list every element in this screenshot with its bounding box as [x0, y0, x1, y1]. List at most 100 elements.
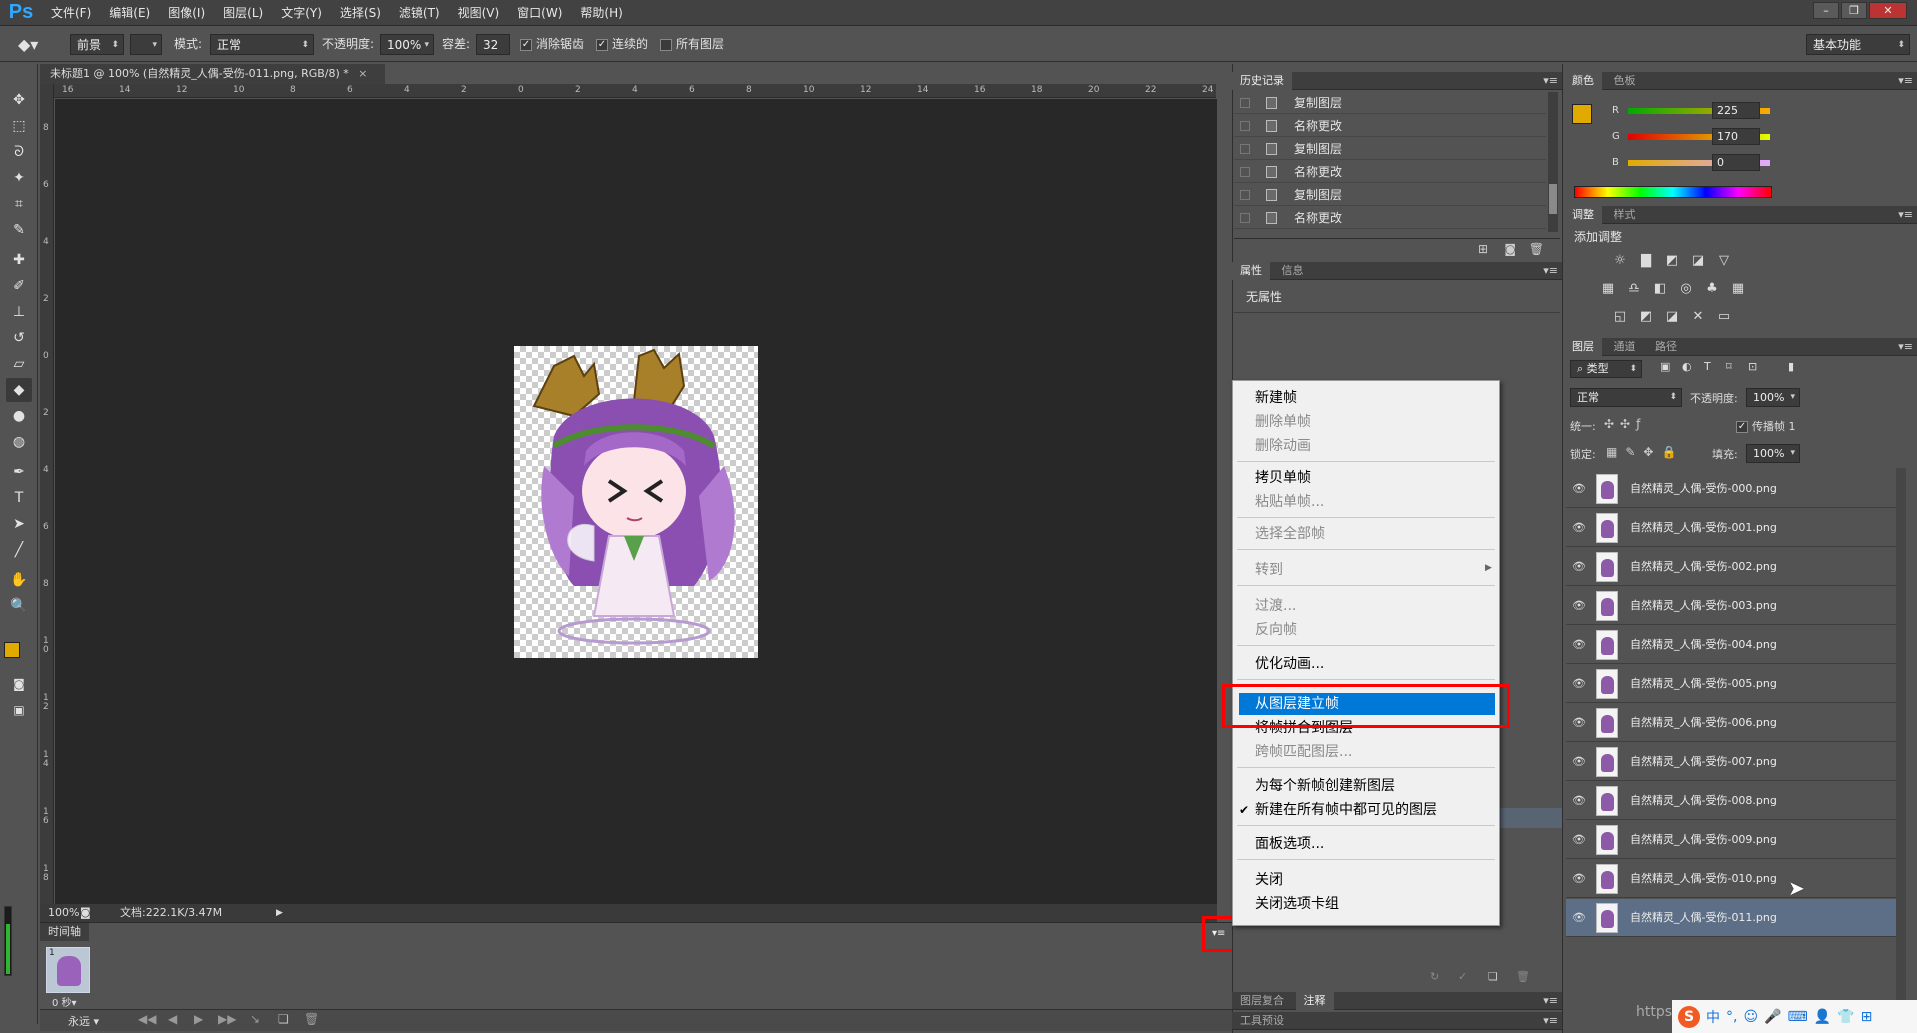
layer-row[interactable]: 👁 自然精灵_人偶-受伤-005.png	[1566, 665, 1906, 703]
quick-mask-icon[interactable]: ◙	[6, 672, 32, 696]
tab-swatches[interactable]: 色板	[1606, 72, 1644, 90]
line-tool-icon[interactable]: ╱	[6, 538, 32, 562]
visibility-eye-icon[interactable]: 👁	[1572, 548, 1586, 586]
ime-skin-icon[interactable]: 👕	[1837, 1009, 1854, 1025]
layer-row[interactable]: 👁 自然精灵_人偶-受伤-003.png	[1566, 587, 1906, 625]
panel-menu-icon[interactable]: ▾≡	[1543, 992, 1558, 1010]
layer-row[interactable]: 👁 自然精灵_人偶-受伤-010.png	[1566, 860, 1906, 898]
menu-item-delete-animation[interactable]: 删除动画	[1255, 435, 1311, 457]
foreground-color-swatch[interactable]	[1572, 104, 1592, 124]
menu-item-panel-options[interactable]: 面板选项...	[1255, 833, 1324, 855]
invert-icon[interactable]: ◱	[1612, 310, 1628, 324]
blend-mode-select[interactable]: 正常 ⬍	[1570, 388, 1682, 407]
minimize-icon[interactable]: –	[1813, 2, 1839, 19]
unify-icons[interactable]: ✣✣ƒ	[1604, 417, 1646, 431]
zoom-level[interactable]: 100%	[48, 904, 79, 922]
loop-select[interactable]: 永远 ▾	[68, 1013, 99, 1029]
visibility-eye-icon[interactable]: 👁	[1572, 704, 1586, 742]
history-item[interactable]: 名称更改	[1234, 207, 1546, 229]
history-item[interactable]: 名称更改	[1234, 161, 1546, 183]
vibrance-icon[interactable]: ▽	[1716, 254, 1732, 268]
green-value-input[interactable]: 170	[1712, 128, 1760, 145]
animation-frame[interactable]: 1	[46, 947, 90, 993]
new-document-from-state-icon[interactable]: ⊞	[1478, 242, 1488, 256]
panel-menu-icon[interactable]: ▾≡	[1543, 262, 1558, 280]
threshold-icon[interactable]: ◪	[1664, 310, 1680, 324]
frame-delay-select[interactable]: 0 秒▾	[52, 994, 77, 1009]
menu-item-reverse-frames[interactable]: 反向帧	[1255, 619, 1297, 641]
layer-row[interactable]: 👁 自然精灵_人偶-受伤-000.png	[1566, 470, 1906, 508]
menu-item-new-frame[interactable]: 新建帧	[1255, 387, 1297, 409]
marquee-tool-icon[interactable]: ⬚	[6, 114, 32, 138]
snapshot-camera-icon[interactable]: ◙	[1504, 242, 1516, 256]
tab-color[interactable]: 颜色	[1564, 72, 1602, 90]
crop-tool-icon[interactable]: ⌗	[6, 192, 32, 216]
tab-channels[interactable]: 通道	[1606, 338, 1644, 356]
layer-row[interactable]: 👁 自然精灵_人偶-受伤-001.png	[1566, 509, 1906, 547]
lasso-tool-icon[interactable]: ᘐ	[6, 140, 32, 164]
layer-opacity-input[interactable]: 100% ▾	[1746, 388, 1800, 407]
lock-icons[interactable]: ▦✎✥🔒	[1606, 445, 1684, 459]
delete-frame-icon[interactable]: 🗑	[304, 1012, 319, 1026]
layers-scrollbar[interactable]	[1896, 468, 1906, 1003]
tab-layer-comps[interactable]: 图层复合	[1232, 992, 1292, 1010]
tab-adjustments[interactable]: 调整	[1564, 206, 1602, 224]
tab-layers[interactable]: 图层	[1564, 338, 1602, 356]
tab-info[interactable]: 信息	[1274, 262, 1312, 280]
close-tab-icon[interactable]: ×	[358, 67, 367, 80]
ime-punctuation-icon[interactable]: °,	[1726, 1009, 1737, 1025]
red-value-input[interactable]: 225	[1712, 102, 1760, 119]
tolerance-input[interactable]: 32	[476, 34, 510, 55]
ime-emoji-icon[interactable]: ☺	[1743, 1009, 1758, 1025]
mode-select[interactable]: 正常 ⬍	[210, 34, 314, 55]
blue-value-input[interactable]: 0	[1712, 154, 1760, 171]
apply-icon[interactable]: ✓	[1458, 970, 1467, 983]
smart-object-filter-icon[interactable]: ⊡	[1748, 360, 1757, 373]
eyedropper-tool-icon[interactable]: ✎	[6, 218, 32, 242]
gradient-map-icon[interactable]: ▭	[1716, 310, 1732, 324]
healing-brush-tool-icon[interactable]: ✚	[6, 248, 32, 272]
channel-mixer-icon[interactable]: ♣	[1704, 282, 1720, 296]
magic-wand-tool-icon[interactable]: ✦	[6, 166, 32, 190]
visibility-eye-icon[interactable]: 👁	[1572, 782, 1586, 820]
menu-file[interactable]: 文件(F)	[42, 0, 100, 26]
menu-item-close[interactable]: 关闭	[1255, 869, 1283, 891]
workspace-select[interactable]: 基本功能 ⬍	[1806, 34, 1910, 55]
new-icon[interactable]: ❏	[1488, 970, 1498, 983]
visibility-eye-icon[interactable]: 👁	[1572, 860, 1586, 898]
history-item[interactable]: 复制图层	[1234, 184, 1546, 206]
eraser-tool-icon[interactable]: ▱	[6, 352, 32, 376]
menu-item-new-layers-visible-in-all-frames[interactable]: 新建在所有帧中都可见的图层	[1255, 799, 1437, 821]
history-scrollbar[interactable]	[1548, 92, 1558, 232]
menu-item-delete-frame[interactable]: 删除单帧	[1255, 411, 1311, 433]
hand-tool-icon[interactable]: ✋	[6, 568, 32, 592]
play-icon[interactable]: ▶	[194, 1012, 203, 1026]
exposure-icon[interactable]: ◪	[1690, 254, 1706, 268]
duplicate-frame-icon[interactable]: ❏	[278, 1012, 289, 1026]
history-item[interactable]: 名称更改	[1234, 115, 1546, 137]
antialias-checkbox[interactable]: ✓ 消除锯齿	[520, 34, 584, 55]
black-white-icon[interactable]: ◧	[1652, 282, 1668, 296]
reset-icon[interactable]: ↻	[1430, 970, 1439, 983]
foreground-color-swatch[interactable]	[4, 642, 20, 658]
first-frame-icon[interactable]: ◀◀	[138, 1012, 156, 1026]
tab-history[interactable]: 历史记录	[1232, 72, 1292, 90]
menu-item-paste-frame[interactable]: 粘贴单帧...	[1255, 491, 1324, 513]
pixel-filter-icon[interactable]: ▣	[1660, 360, 1670, 373]
screen-mode-icon[interactable]: ▣	[6, 698, 32, 722]
layer-row[interactable]: 👁 自然精灵_人偶-受伤-009.png	[1566, 821, 1906, 859]
color-balance-icon[interactable]: ♎	[1626, 282, 1642, 296]
layer-row[interactable]: 👁 自然精灵_人偶-受伤-004.png	[1566, 626, 1906, 664]
layer-row[interactable]: 👁 自然精灵_人偶-受伤-011.png	[1566, 899, 1906, 937]
history-item[interactable]: 复制图层	[1234, 92, 1546, 114]
delete-icon[interactable]: 🗑	[1516, 970, 1530, 983]
clone-stamp-tool-icon[interactable]: ⊥	[6, 300, 32, 324]
status-info-icon[interactable]: ◙	[80, 904, 91, 922]
panel-menu-icon[interactable]: ▾≡	[1543, 72, 1558, 90]
type-filter-icon[interactable]: T	[1704, 360, 1711, 373]
levels-icon[interactable]: ▇	[1638, 254, 1654, 268]
filter-toggle-icon[interactable]: ▮	[1788, 360, 1794, 373]
pattern-picker[interactable]: ▾	[130, 34, 162, 55]
layer-row[interactable]: 👁 自然精灵_人偶-受伤-007.png	[1566, 743, 1906, 781]
prev-frame-icon[interactable]: ◀	[168, 1012, 177, 1026]
